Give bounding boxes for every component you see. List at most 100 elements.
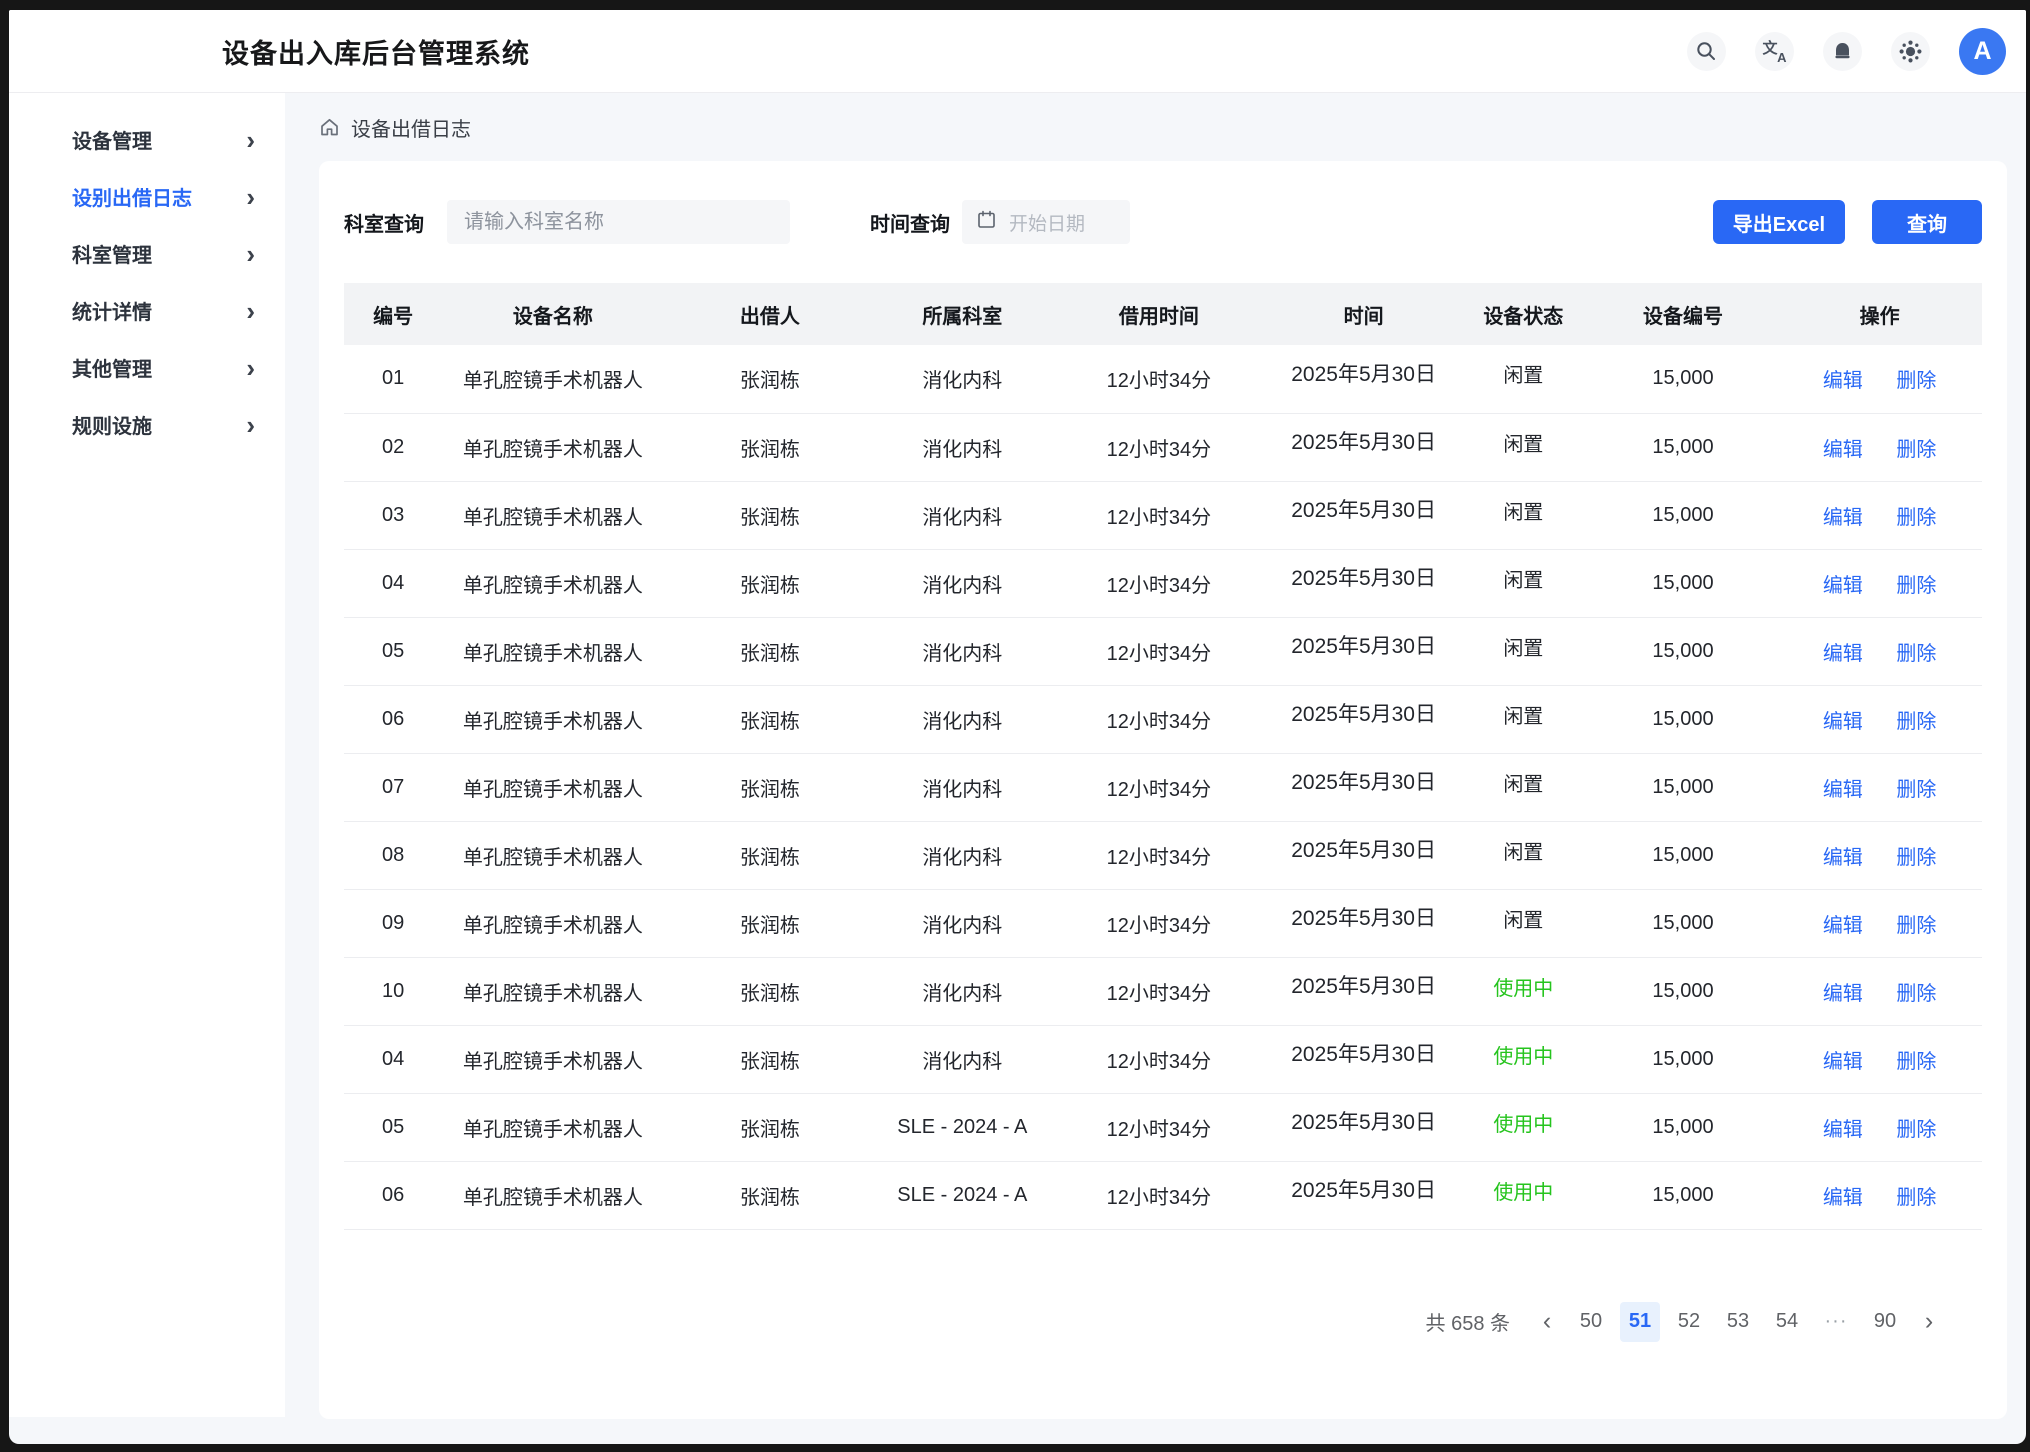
cell-actions: 编辑 删除: [1777, 957, 1982, 1025]
page-number-button[interactable]: 52: [1669, 1302, 1709, 1342]
delete-link[interactable]: 删除: [1896, 779, 1936, 801]
next-page-button[interactable]: ›: [1914, 1302, 1944, 1342]
home-icon[interactable]: [319, 117, 340, 138]
edit-link[interactable]: 编辑: [1823, 575, 1863, 597]
cell-no: 05: [344, 1093, 442, 1161]
cell-no: 09: [344, 889, 442, 957]
cell-status: 闲置: [1458, 821, 1589, 889]
cell-borrower: 张润栋: [663, 957, 876, 1025]
cell-date: 2025年5月30日: [1269, 1093, 1457, 1161]
query-button[interactable]: 查询: [1872, 200, 1982, 244]
cell-department: 消化内科: [876, 345, 1048, 413]
edit-link[interactable]: 编辑: [1823, 1119, 1863, 1141]
cell-actions: 编辑 删除: [1777, 889, 1982, 957]
page-number-button[interactable]: ···: [1816, 1302, 1856, 1342]
cell-status: 使用中: [1458, 1093, 1589, 1161]
cell-no: 02: [344, 413, 442, 481]
cell-borrower: 张润栋: [663, 345, 876, 413]
filter-bar: 科室查询 时间查询 开始日期: [344, 161, 1982, 283]
table-row: 01 单孔腔镜手术机器人 张润栋 消化内科 12小时34分 2025年5月30日…: [344, 345, 1982, 413]
delete-link[interactable]: 删除: [1896, 439, 1936, 461]
edit-link[interactable]: 编辑: [1823, 643, 1863, 665]
sidebar-menu: 设备管理 › 设别出借日志 › 科室管理 › 统计详情 › 其他管理 › 规则设…: [9, 111, 285, 453]
cell-department: 消化内科: [876, 685, 1048, 753]
delete-link[interactable]: 删除: [1896, 847, 1936, 869]
page-number-button[interactable]: 90: [1865, 1302, 1905, 1342]
edit-link[interactable]: 编辑: [1823, 1187, 1863, 1209]
page-number-button[interactable]: 54: [1767, 1302, 1807, 1342]
delete-link[interactable]: 删除: [1896, 1187, 1936, 1209]
chevron-right-icon: ›: [246, 358, 255, 378]
delete-link[interactable]: 删除: [1896, 1051, 1936, 1073]
notifications-button[interactable]: [1823, 32, 1862, 71]
content-card: 科室查询 时间查询 开始日期: [319, 161, 2007, 1419]
table-header-cell: 设备编号: [1589, 283, 1777, 345]
delete-link[interactable]: 删除: [1896, 711, 1936, 733]
sidebar-item[interactable]: 科室管理 ›: [9, 225, 285, 282]
cell-borrower: 张润栋: [663, 889, 876, 957]
edit-link[interactable]: 编辑: [1823, 915, 1863, 937]
delete-link[interactable]: 删除: [1896, 1119, 1936, 1141]
table-row: 08 单孔腔镜手术机器人 张润栋 消化内科 12小时34分 2025年5月30日…: [344, 821, 1982, 889]
cell-duration: 12小时34分: [1048, 957, 1269, 1025]
page-number-button[interactable]: 53: [1718, 1302, 1758, 1342]
cell-device-name: 单孔腔镜手术机器人: [442, 957, 663, 1025]
cell-no: 01: [344, 345, 442, 413]
page-number-button[interactable]: 50: [1571, 1302, 1611, 1342]
cell-department: SLE - 2024 - A: [876, 1161, 1048, 1229]
export-excel-button[interactable]: 导出Excel: [1713, 200, 1845, 244]
dept-search-input[interactable]: [447, 200, 790, 244]
cell-department: 消化内科: [876, 413, 1048, 481]
edit-link[interactable]: 编辑: [1823, 439, 1863, 461]
delete-link[interactable]: 删除: [1896, 370, 1936, 392]
language-button[interactable]: 文A: [1755, 32, 1794, 71]
sidebar-item-label: 其他管理: [72, 353, 152, 382]
theme-button[interactable]: [1891, 32, 1930, 71]
cell-actions: 编辑 删除: [1777, 549, 1982, 617]
cell-actions: 编辑 删除: [1777, 345, 1982, 413]
cell-date: 2025年5月30日: [1269, 481, 1457, 549]
sidebar-item[interactable]: 设备管理 ›: [9, 111, 285, 168]
sidebar-item[interactable]: 规则设施 ›: [9, 396, 285, 453]
cell-no: 05: [344, 617, 442, 685]
table-row: 10 单孔腔镜手术机器人 张润栋 消化内科 12小时34分 2025年5月30日…: [344, 957, 1982, 1025]
cell-device-name: 单孔腔镜手术机器人: [442, 1025, 663, 1093]
cell-no: 08: [344, 821, 442, 889]
page-number-button[interactable]: 51: [1620, 1302, 1660, 1342]
sidebar-item[interactable]: 其他管理 ›: [9, 339, 285, 396]
cell-device-code: 15,000: [1589, 617, 1777, 685]
cell-borrower: 张润栋: [663, 413, 876, 481]
edit-link[interactable]: 编辑: [1823, 779, 1863, 801]
table-row: 04 单孔腔镜手术机器人 张润栋 消化内科 12小时34分 2025年5月30日…: [344, 1025, 1982, 1093]
cell-duration: 12小时34分: [1048, 413, 1269, 481]
edit-link[interactable]: 编辑: [1823, 370, 1863, 392]
cell-duration: 12小时34分: [1048, 1093, 1269, 1161]
prev-page-button[interactable]: ‹: [1532, 1302, 1562, 1342]
delete-link[interactable]: 删除: [1896, 643, 1936, 665]
user-avatar[interactable]: A: [1959, 28, 2006, 75]
cell-status: 闲置: [1458, 345, 1589, 413]
edit-link[interactable]: 编辑: [1823, 711, 1863, 733]
table-header-row: 编号设备名称出借人所属科室借用时间时间设备状态设备编号操作: [344, 283, 1982, 345]
cell-status: 使用中: [1458, 1161, 1589, 1229]
edit-link[interactable]: 编辑: [1823, 507, 1863, 529]
edit-link[interactable]: 编辑: [1823, 1051, 1863, 1073]
sidebar-item[interactable]: 统计详情 ›: [9, 282, 285, 339]
delete-link[interactable]: 删除: [1896, 983, 1936, 1005]
cell-duration: 12小时34分: [1048, 345, 1269, 413]
edit-link[interactable]: 编辑: [1823, 847, 1863, 869]
search-button[interactable]: [1687, 32, 1726, 71]
delete-link[interactable]: 删除: [1896, 915, 1936, 937]
cell-actions: 编辑 删除: [1777, 1025, 1982, 1093]
start-date-picker[interactable]: 开始日期: [962, 200, 1130, 244]
delete-link[interactable]: 删除: [1896, 507, 1936, 529]
cell-status: 闲置: [1458, 753, 1589, 821]
edit-link[interactable]: 编辑: [1823, 983, 1863, 1005]
cell-borrower: 张润栋: [663, 1161, 876, 1229]
start-date-placeholder: 开始日期: [1009, 209, 1085, 236]
delete-link[interactable]: 删除: [1896, 575, 1936, 597]
sidebar-item[interactable]: 设别出借日志 ›: [9, 168, 285, 225]
cell-device-code: 15,000: [1589, 413, 1777, 481]
table-row: 05 单孔腔镜手术机器人 张润栋 消化内科 12小时34分 2025年5月30日…: [344, 617, 1982, 685]
cell-device-name: 单孔腔镜手术机器人: [442, 481, 663, 549]
